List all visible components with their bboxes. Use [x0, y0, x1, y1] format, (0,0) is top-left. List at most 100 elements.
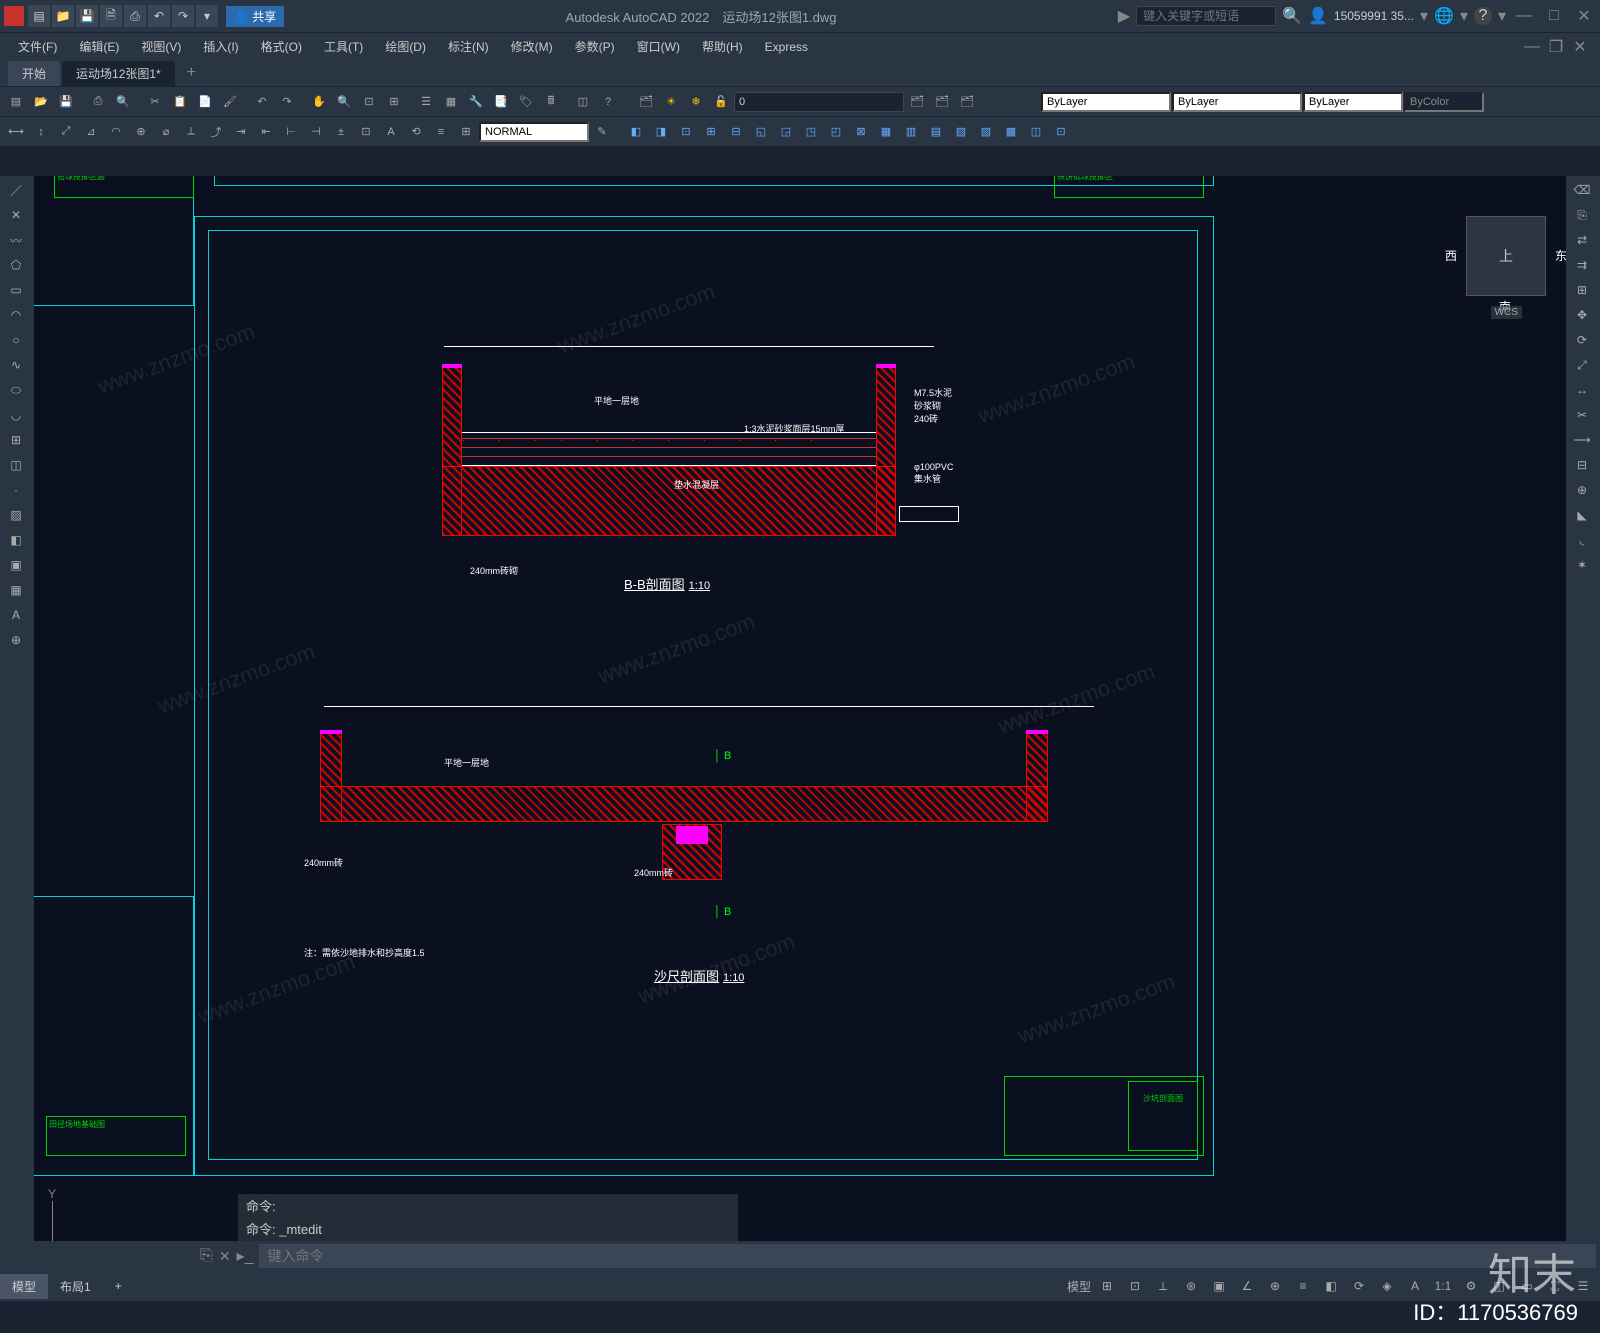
tool-spline[interactable]: ∿	[2, 353, 30, 377]
tool-hatch[interactable]: ▨	[2, 503, 30, 527]
qat-open[interactable]: 📁	[52, 5, 74, 27]
tb-print[interactable]: ⎙	[86, 91, 110, 113]
help-search[interactable]	[1136, 6, 1276, 26]
tool-circle[interactable]: ○	[2, 328, 30, 352]
tool-region[interactable]: ▣	[2, 553, 30, 577]
tool-break[interactable]: ⊟	[1568, 453, 1596, 477]
tool-move[interactable]: ✥	[1568, 303, 1596, 327]
menu-param[interactable]: 参数(P)	[565, 35, 625, 58]
st-osnap[interactable]: ▣	[1206, 1274, 1232, 1298]
tb-match[interactable]: 🖌	[218, 91, 242, 113]
layout-model[interactable]: 模型	[0, 1274, 48, 1299]
tb-props[interactable]: ☰	[414, 91, 438, 113]
drawing-canvas[interactable]: 铅球投掷区面 铁饼链球投掷区 田径场地基础图 沙坑剖面图 . · . · . ·…	[34, 176, 1566, 1271]
st-ortho[interactable]: ⟂	[1150, 1274, 1176, 1298]
tb-preview[interactable]: 🔍	[111, 91, 135, 113]
tool-addsel[interactable]: ⊕	[2, 628, 30, 652]
qat-print[interactable]: ⎙	[124, 5, 146, 27]
tb-dim11[interactable]: ⇤	[254, 121, 278, 143]
tb-dim2[interactable]: ↕	[29, 121, 53, 143]
tb-m10[interactable]: ⊠	[849, 121, 873, 143]
menu-view[interactable]: 视图(V)	[131, 35, 191, 58]
tb-zoomext[interactable]: ⊞	[382, 91, 406, 113]
layer-dropdown[interactable]	[734, 92, 904, 112]
tool-stretch[interactable]: ↔	[1568, 378, 1596, 402]
plotstyle-select[interactable]	[1404, 92, 1484, 112]
tool-chamfer[interactable]: ◣	[1568, 503, 1596, 527]
tb-zoom[interactable]: 🔍	[332, 91, 356, 113]
lineweight-select[interactable]	[1303, 92, 1403, 112]
tb-dc[interactable]: ▦	[439, 91, 463, 113]
menu-insert[interactable]: 插入(I)	[193, 35, 248, 58]
tool-explode[interactable]: ✶	[1568, 553, 1596, 577]
tool-gradient[interactable]: ◧	[2, 528, 30, 552]
tb-dim4[interactable]: ⊿	[79, 121, 103, 143]
menu-edit[interactable]: 编辑(E)	[69, 35, 129, 58]
command-input[interactable]	[259, 1244, 1596, 1268]
qat-undo[interactable]: ↶	[148, 5, 170, 27]
tb-dim12[interactable]: ⊢	[279, 121, 303, 143]
tb-dimstyle[interactable]: ✎	[590, 121, 614, 143]
tool-join[interactable]: ⊕	[1568, 478, 1596, 502]
tb-help[interactable]: ?	[596, 91, 620, 113]
tool-scale[interactable]: ⤢	[1568, 353, 1596, 377]
st-grid[interactable]: ⊞	[1094, 1274, 1120, 1298]
tb-dim3[interactable]: ⤢	[54, 121, 78, 143]
doc-close[interactable]: ✕	[1568, 35, 1592, 59]
menu-modify[interactable]: 修改(M)	[501, 35, 563, 58]
tb-m9[interactable]: ◰	[824, 121, 848, 143]
tb-dim6[interactable]: ⊕	[129, 121, 153, 143]
tb-m2[interactable]: ◨	[649, 121, 673, 143]
tb-cut[interactable]: ✂	[143, 91, 167, 113]
tb-copy[interactable]: 📋	[168, 91, 192, 113]
tool-copy[interactable]: ⎘	[1568, 203, 1596, 227]
tool-pline[interactable]: 〰	[2, 228, 30, 252]
tb-new[interactable]: ▤	[4, 91, 28, 113]
help-icon[interactable]: ?	[1474, 7, 1492, 25]
autodesk-app-icon[interactable]: 🌐	[1434, 6, 1454, 26]
tb-m3[interactable]: ⊡	[674, 121, 698, 143]
st-trans[interactable]: ◧	[1318, 1274, 1344, 1298]
tool-ellipse[interactable]: ⬭	[2, 378, 30, 402]
qat-redo[interactable]: ↷	[172, 5, 194, 27]
tb-dim18[interactable]: ≡	[429, 121, 453, 143]
close-button[interactable]: ✕	[1572, 4, 1596, 28]
tab-start[interactable]: 开始	[8, 61, 60, 86]
search-icon[interactable]: 🔍	[1282, 6, 1302, 26]
tb-sheet[interactable]: 📑	[489, 91, 513, 113]
tb-calc[interactable]: 🖩	[539, 91, 563, 113]
tb-dim5[interactable]: ◠	[104, 121, 128, 143]
menu-draw[interactable]: 绘图(D)	[375, 35, 436, 58]
tool-table[interactable]: ▦	[2, 578, 30, 602]
menu-dimension[interactable]: 标注(N)	[438, 35, 499, 58]
tb-m11[interactable]: ▦	[874, 121, 898, 143]
tool-erase[interactable]: ⌫	[1568, 178, 1596, 202]
layout-add[interactable]: +	[103, 1275, 134, 1297]
tb-m18[interactable]: ⊡	[1049, 121, 1073, 143]
tb-dim7[interactable]: ⌀	[154, 121, 178, 143]
dimstyle-select[interactable]	[479, 122, 589, 142]
viewcube[interactable]: 上 西 东 南	[1466, 216, 1546, 296]
tool-block[interactable]: ◫	[2, 453, 30, 477]
qat-new[interactable]: ▤	[28, 5, 50, 27]
menu-tools[interactable]: 工具(T)	[314, 35, 373, 58]
tb-block[interactable]: ◫	[571, 91, 595, 113]
tool-trim[interactable]: ✂	[1568, 403, 1596, 427]
tb-pan[interactable]: ✋	[307, 91, 331, 113]
tb-m16[interactable]: ▩	[999, 121, 1023, 143]
st-lw[interactable]: ≡	[1290, 1274, 1316, 1298]
st-snap[interactable]: ⊡	[1122, 1274, 1148, 1298]
st-polar[interactable]: ⊛	[1178, 1274, 1204, 1298]
st-cycle[interactable]: ⟳	[1346, 1274, 1372, 1298]
st-model[interactable]: 模型	[1066, 1274, 1092, 1298]
tb-dim15[interactable]: ⊡	[354, 121, 378, 143]
tb-layerprop[interactable]: 🗂	[634, 91, 658, 113]
tb-tool[interactable]: 🔧	[464, 91, 488, 113]
tool-extend[interactable]: ⟶	[1568, 428, 1596, 452]
tb-m7[interactable]: ◲	[774, 121, 798, 143]
tb-paste[interactable]: 📄	[193, 91, 217, 113]
tb-lock-icon[interactable]: 🔓	[709, 91, 733, 113]
tool-point[interactable]: ·	[2, 478, 30, 502]
tool-insert[interactable]: ⊞	[2, 428, 30, 452]
menu-file[interactable]: 文件(F)	[8, 35, 67, 58]
